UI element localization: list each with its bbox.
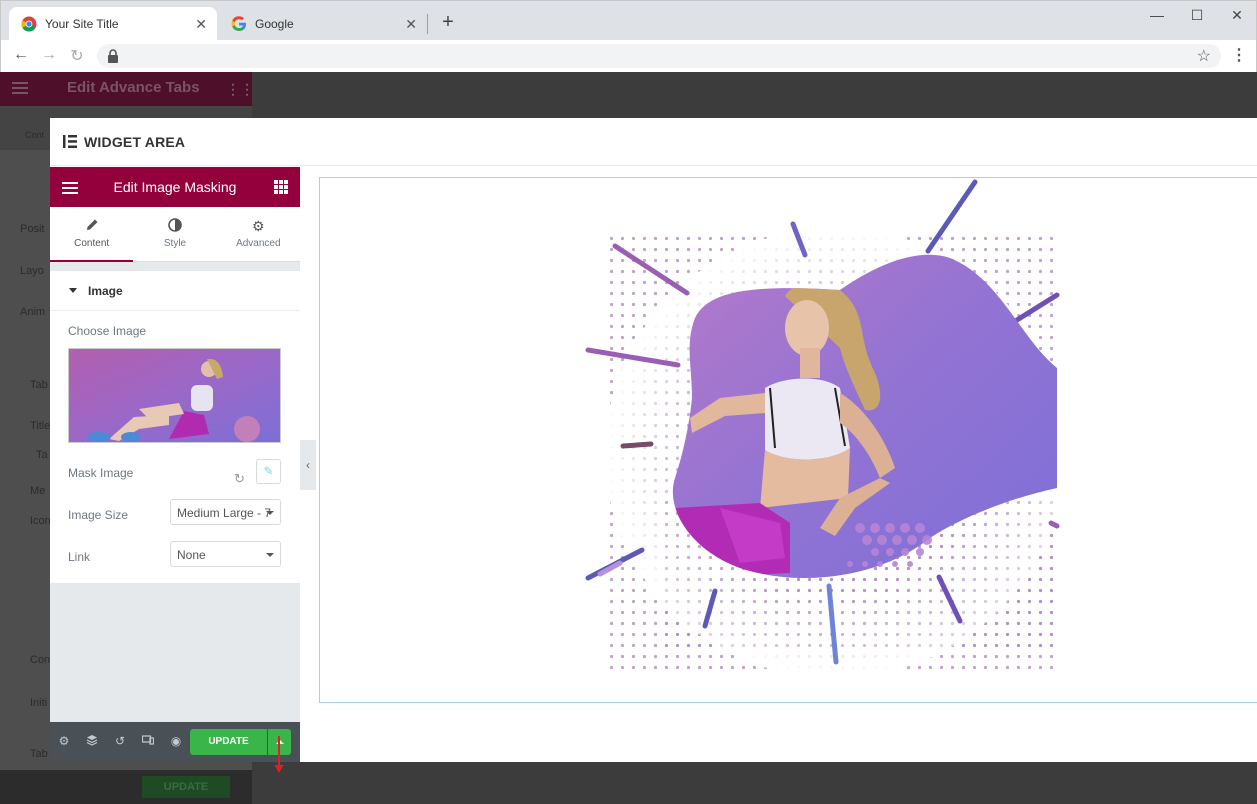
new-tab-button[interactable]: +: [437, 11, 459, 34]
edit-mask-button[interactable]: ✎: [256, 459, 281, 484]
image-size-value: Medium Large - 7: [177, 506, 272, 520]
half-circle-icon: [133, 218, 216, 236]
url-field[interactable]: ☆: [97, 44, 1221, 68]
image-controls: Choose Image Mask Image ↻ ✎ Image Size M…: [50, 311, 300, 583]
panel-title: Edit Image Masking: [113, 179, 237, 195]
chevron-down-icon: [266, 511, 274, 515]
image-section-header[interactable]: Image: [50, 271, 300, 311]
widgets-grid-icon[interactable]: [274, 180, 288, 194]
section-title: Image: [88, 284, 123, 298]
tab-style-label: Style: [163, 238, 187, 249]
panel-footer: ⚙ ↺ ◉ UPDATE: [50, 722, 300, 762]
background-label: Initi: [30, 697, 48, 709]
elementor-icon: [63, 135, 77, 148]
layers-icon[interactable]: [85, 734, 99, 749]
browser-menu-icon[interactable]: ⋮: [1231, 45, 1247, 65]
background-label: Layo: [20, 265, 44, 277]
minimize-button[interactable]: —: [1143, 7, 1171, 23]
background-label: Con: [30, 654, 51, 666]
tab-title: Your Site Title: [45, 17, 119, 31]
tab-title: Google: [255, 17, 294, 31]
background-label: Tab: [30, 379, 48, 391]
red-pointer-arrow: [274, 736, 284, 773]
history-icon[interactable]: ↺: [113, 734, 127, 748]
pencil-icon: [50, 218, 133, 236]
background-tab-content: Cont: [25, 130, 45, 140]
responsive-icon[interactable]: [141, 734, 155, 749]
image-thumbnail[interactable]: [68, 348, 281, 443]
background-update-button: UPDATE: [142, 776, 230, 798]
pencil-icon: ✎: [263, 464, 274, 478]
tab-content-label: Content: [74, 238, 110, 249]
close-window-button[interactable]: ✕: [1223, 7, 1251, 24]
background-label: Tab: [30, 748, 48, 760]
background-label: Icon: [30, 515, 51, 527]
reload-icon[interactable]: ↻: [67, 46, 87, 66]
link-value: None: [177, 548, 206, 562]
tab-style[interactable]: Style: [133, 207, 216, 261]
background-label: Ta: [36, 449, 48, 461]
forward-icon[interactable]: →: [39, 46, 59, 64]
tab-advanced[interactable]: ⚙ Advanced: [217, 207, 300, 261]
google-icon: [231, 16, 247, 32]
background-panel-footer: UPDATE: [0, 770, 252, 804]
gear-icon: ⚙: [252, 218, 265, 234]
browser-tab-bar: Your Site Title ✕ Google ✕ + — ☐ ✕: [0, 0, 1257, 41]
link-select[interactable]: None: [170, 541, 281, 567]
reset-icon[interactable]: ↻: [234, 471, 245, 487]
background-label: Title: [30, 420, 51, 432]
background-label: Anim: [20, 306, 46, 318]
modal-header: WIDGET AREA: [50, 118, 1257, 166]
update-button[interactable]: UPDATE: [190, 729, 267, 755]
choose-image-label: Choose Image: [68, 324, 147, 338]
masked-image-illustration: [585, 179, 1065, 678]
browser-tab-active[interactable]: Your Site Title ✕: [9, 7, 217, 41]
modal-title: WIDGET AREA: [84, 134, 186, 150]
back-icon[interactable]: ←: [11, 46, 31, 64]
tab-advanced-label: Advanced: [236, 238, 281, 249]
address-bar-row: ← → ↻ ☆ ⋮: [0, 40, 1257, 72]
background-label: Me: [30, 485, 46, 497]
caret-down-icon: [69, 288, 77, 293]
panel-header: Edit Image Masking: [50, 167, 300, 207]
settings-icon[interactable]: ⚙: [57, 734, 71, 748]
close-tab-icon[interactable]: ✕: [195, 16, 207, 33]
background-panel-title: Edit Advance Tabs: [67, 79, 200, 96]
maximize-button[interactable]: ☐: [1183, 7, 1211, 24]
background-label: Posit: [20, 223, 45, 235]
chrome-icon: [21, 16, 37, 32]
tab-content[interactable]: Content: [50, 207, 134, 262]
image-size-label: Image Size: [68, 508, 129, 522]
chevron-down-icon: [266, 553, 274, 557]
bookmark-star-icon[interactable]: ☆: [1197, 46, 1211, 66]
browser-tab-google[interactable]: Google ✕: [219, 7, 427, 41]
widget-area-modal: WIDGET AREA Edit Image Masking Content S…: [50, 118, 1257, 773]
menu-icon: [12, 82, 28, 94]
lock-icon: [108, 49, 118, 63]
preview-eye-icon[interactable]: ◉: [169, 734, 183, 748]
preview-canvas[interactable]: [319, 177, 1257, 703]
mask-image-label: Mask Image: [68, 466, 134, 480]
edit-panel: Edit Image Masking Content Style ⚙ Advan…: [50, 167, 300, 773]
panel-tabs: Content Style ⚙ Advanced: [50, 207, 300, 262]
tab-separator: [427, 14, 428, 34]
image-size-select[interactable]: Medium Large - 7: [170, 499, 281, 525]
collapse-panel-button[interactable]: ‹: [300, 440, 316, 490]
link-label: Link: [68, 550, 91, 564]
background-panel-header: Edit Advance Tabs ⋮⋮⋮: [0, 72, 268, 106]
close-tab-icon[interactable]: ✕: [405, 16, 417, 33]
